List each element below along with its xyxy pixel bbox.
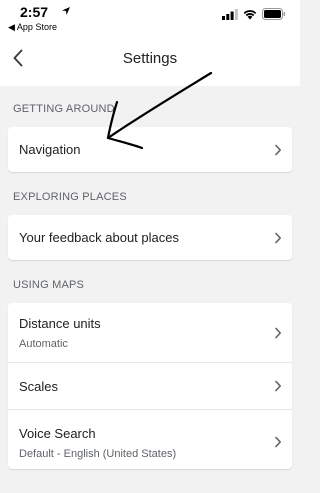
settings-card-getting-around: Navigation xyxy=(8,127,292,172)
section-header-exploring-places: EXPLORING PLACES xyxy=(13,191,127,203)
settings-item-label: Scales xyxy=(19,379,59,394)
battery-icon xyxy=(262,8,286,20)
settings-item-scales[interactable]: Scales xyxy=(8,363,292,409)
wifi-icon xyxy=(243,9,257,19)
settings-item-label: Voice Search xyxy=(19,426,96,441)
chevron-right-icon xyxy=(275,327,281,339)
settings-item-distance-units[interactable]: Distance units Automatic xyxy=(8,303,292,362)
section-header-getting-around: GETTING AROUND xyxy=(13,103,115,115)
settings-item-label: Distance units xyxy=(19,316,101,331)
settings-item-value: Automatic xyxy=(19,338,68,350)
settings-item-label: Navigation xyxy=(19,142,81,157)
chevron-right-icon xyxy=(275,232,281,244)
settings-item-value: Default - English (United States) xyxy=(19,448,177,460)
settings-card-using-maps: Distance units Automatic Scales Voice Se… xyxy=(8,303,292,469)
settings-card-exploring-places: Your feedback about places xyxy=(8,215,292,260)
chevron-right-icon xyxy=(275,144,281,156)
back-to-app-store-link[interactable]: ◀ App Store xyxy=(8,22,57,33)
section-header-using-maps: USING MAPS xyxy=(13,279,85,291)
chevron-right-icon xyxy=(275,436,281,448)
cellular-signal-icon xyxy=(222,8,238,20)
settings-item-navigation[interactable]: Navigation xyxy=(8,127,292,172)
status-bar: 2:57 ◀ App Store xyxy=(0,0,300,36)
settings-item-voice-search[interactable]: Voice Search Default - English (United S… xyxy=(8,410,292,469)
status-time: 2:57 xyxy=(20,4,49,20)
nav-bar: Settings xyxy=(0,36,300,86)
status-icons xyxy=(222,8,286,20)
settings-item-feedback-about-places[interactable]: Your feedback about places xyxy=(8,215,292,260)
settings-item-label: Your feedback about places xyxy=(19,230,179,245)
location-arrow-icon xyxy=(62,7,70,15)
page-title: Settings xyxy=(122,50,178,67)
chevron-right-icon xyxy=(275,380,281,392)
